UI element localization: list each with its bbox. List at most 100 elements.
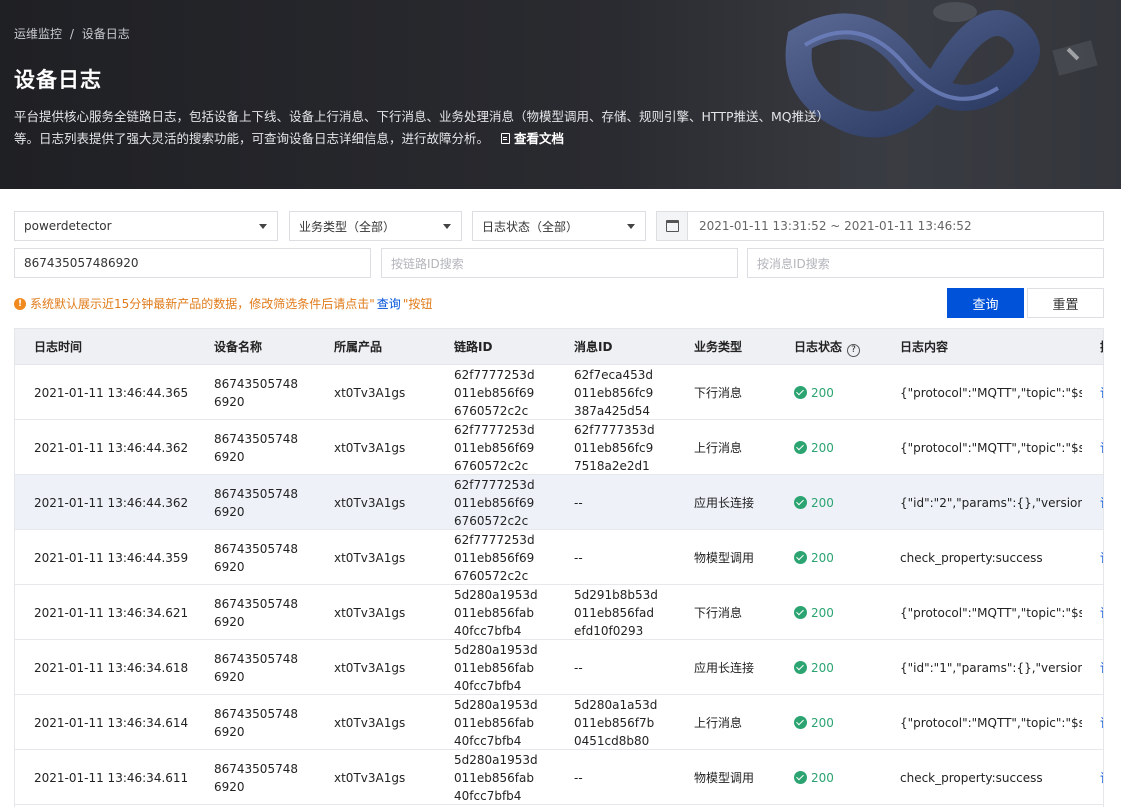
table-row[interactable]: 2021-01-11 13:46:44.359 867435057486920 xt… — [15, 530, 1103, 585]
cell-log-content: {"protocol":"MQTT","topic":"$sys/xt — [900, 365, 1082, 420]
check-circle-icon — [794, 716, 807, 729]
cell-message-id-text: -- — [574, 495, 583, 510]
cell-product: xt0Tv3A1gs — [334, 440, 406, 455]
cell-message-id-text: -- — [574, 770, 583, 785]
cell-trace-id: 62f7777253d011eb856f696760572c2c — [454, 475, 540, 530]
check-circle-icon — [794, 551, 807, 564]
table-row[interactable]: 2021-01-11 13:46:34.618 867435057486920 xt… — [15, 640, 1103, 695]
cell-log-content: check_property:success — [900, 530, 1082, 585]
status-code: 200 — [811, 715, 834, 730]
cell-message-id: 62f7eca453d011eb856fc9387a425d54 — [574, 365, 660, 420]
date-range-picker[interactable]: 2021-01-11 13:31:52 ~ 2021-01-11 13:46:5… — [687, 211, 1104, 241]
table-header: 日志时间 设备名称 所属产品 链路ID 消息ID 业务类型 日志状态? 日志内容… — [15, 329, 1103, 365]
log-content-text: {"id":"1","params":{},"version":"1.0" — [900, 660, 1082, 675]
check-circle-icon — [794, 606, 807, 619]
table-row[interactable]: 2021-01-11 13:46:44.362 867435057486920 xt… — [15, 475, 1103, 530]
column-header-time: 日志时间 — [34, 340, 83, 354]
table-row[interactable]: 2021-01-11 13:46:44.365 867435057486920 xt… — [15, 365, 1103, 420]
detail-link[interactable]: 详 — [1100, 530, 1103, 585]
log-table: 日志时间 设备名称 所属产品 链路ID 消息ID 业务类型 日志状态? 日志内容… — [14, 328, 1104, 807]
tip-text-after: "按钮 — [402, 297, 433, 311]
cell-message-id: -- — [574, 750, 660, 805]
table-row[interactable]: 2021-01-11 13:46:34.611 867435057486920 xt… — [15, 750, 1103, 805]
calendar-icon — [665, 220, 679, 232]
cell-time: 2021-01-11 13:46:34.611 — [34, 770, 189, 785]
view-docs-link[interactable]: 查看文档 — [501, 131, 564, 146]
status-code: 200 — [811, 385, 834, 400]
status-code: 200 — [811, 660, 834, 675]
cell-trace-id: 62f7777253d011eb856f696760572c2c — [454, 420, 540, 475]
filter-tip: ! 系统默认展示近15分钟最新产品的数据，修改筛选条件后请点击" 查询 "按钮 — [14, 295, 432, 312]
cell-log-content: {"protocol":"MQTT","topic":"$sys/xt — [900, 585, 1082, 640]
status-code: 200 — [811, 495, 834, 510]
detail-link[interactable]: 详 — [1100, 420, 1103, 475]
breadcrumb-current: 设备日志 — [81, 27, 130, 41]
cell-device-text: 867435057486920 — [214, 431, 298, 464]
cell-message-id-text: 62f7eca453d011eb856fc9387a425d54 — [574, 367, 654, 418]
breadcrumb-separator: / — [69, 27, 74, 41]
tip-query-link[interactable]: 查询 — [377, 295, 401, 312]
column-header-log-status: 日志状态? — [794, 329, 861, 365]
cell-device-text: 867435057486920 — [214, 596, 298, 629]
infinity-decoration-image — [785, 0, 1121, 189]
table-row[interactable]: 2021-01-11 13:46:34.621 867435057486920 xt… — [15, 585, 1103, 640]
query-button[interactable]: 查询 — [947, 288, 1024, 318]
reset-button[interactable]: 重置 — [1027, 288, 1104, 318]
breadcrumb-parent[interactable]: 运维监控 — [14, 27, 62, 41]
cell-device-text: 867435057486920 — [214, 651, 298, 684]
cell-device: 867435057486920 — [214, 530, 302, 585]
column-header-operation: 操 — [1100, 329, 1103, 365]
log-content-text: check_property:success — [900, 770, 1043, 785]
log-status-select[interactable]: 日志状态（全部） — [472, 211, 646, 241]
trace-id-placeholder: 按链路ID搜索 — [391, 256, 464, 271]
cell-product: xt0Tv3A1gs — [334, 770, 406, 785]
detail-link[interactable]: 详 — [1100, 695, 1103, 750]
status-code: 200 — [811, 605, 834, 620]
detail-link[interactable]: 详 — [1100, 750, 1103, 805]
cell-device: 867435057486920 — [214, 750, 302, 805]
cell-trace-id-text: 62f7777253d011eb856f696760572c2c — [454, 532, 535, 583]
cell-trace-id: 5d280a1953d011eb856fab40fcc7bfb4 — [454, 640, 540, 695]
cell-log-status: 200 — [794, 475, 834, 530]
detail-link[interactable]: 详 — [1100, 475, 1103, 530]
cell-business-type: 下行消息 — [694, 386, 743, 400]
cell-log-status: 200 — [794, 420, 834, 475]
help-icon[interactable]: ? — [847, 344, 861, 357]
cell-time: 2021-01-11 13:46:44.365 — [34, 385, 189, 400]
detail-link[interactable]: 详 — [1100, 585, 1103, 640]
calendar-button[interactable] — [656, 211, 688, 241]
table-row[interactable]: 2021-01-11 13:46:44.362 867435057486920 xt… — [15, 420, 1103, 475]
business-type-select[interactable]: 业务类型（全部） — [289, 211, 462, 241]
cell-product: xt0Tv3A1gs — [334, 550, 406, 565]
cell-message-id: -- — [574, 475, 660, 530]
detail-link[interactable]: 详 — [1100, 365, 1103, 420]
cell-product: xt0Tv3A1gs — [334, 660, 406, 675]
cell-trace-id-text: 62f7777253d011eb856f696760572c2c — [454, 422, 535, 473]
cell-message-id: 62f7777353d011eb856fc97518a2e2d1 — [574, 420, 660, 475]
device-name-input[interactable]: 867435057486920 — [14, 248, 371, 278]
page-title: 设备日志 — [14, 68, 102, 92]
log-content-text: {"protocol":"MQTT","topic":"$sys/xt — [900, 605, 1082, 620]
cell-device-text: 867435057486920 — [214, 541, 298, 574]
detail-link[interactable]: 详 — [1100, 640, 1103, 695]
column-header-product: 所属产品 — [334, 340, 383, 354]
warning-icon: ! — [14, 297, 26, 310]
table-row[interactable]: 2021-01-11 13:46:34.614 867435057486920 xt… — [15, 695, 1103, 750]
trace-id-search-input[interactable]: 按链路ID搜索 — [381, 248, 738, 278]
check-circle-icon — [794, 441, 807, 454]
column-header-message-id: 消息ID — [574, 340, 613, 354]
log-content-text: {"protocol":"MQTT","topic":"$sys/xt — [900, 715, 1082, 730]
message-id-search-input[interactable]: 按消息ID搜索 — [747, 248, 1104, 278]
cell-device: 867435057486920 — [214, 695, 302, 750]
business-type-value: 业务类型（全部） — [299, 219, 396, 234]
cell-product: xt0Tv3A1gs — [334, 605, 406, 620]
product-select[interactable]: powerdetector — [14, 211, 278, 241]
cell-trace-id-text: 5d280a1953d011eb856fab40fcc7bfb4 — [454, 642, 538, 693]
cell-log-content: {"id":"2","params":{},"version":"1.0" — [900, 475, 1082, 530]
device-name-value: 867435057486920 — [24, 256, 139, 270]
cell-business-type: 应用长连接 — [694, 661, 755, 675]
cell-business-type: 物模型调用 — [694, 551, 755, 565]
status-code: 200 — [811, 770, 834, 785]
cell-log-content: {"protocol":"MQTT","topic":"$sys/xt — [900, 420, 1082, 475]
cell-time: 2021-01-11 13:46:44.359 — [34, 550, 189, 565]
